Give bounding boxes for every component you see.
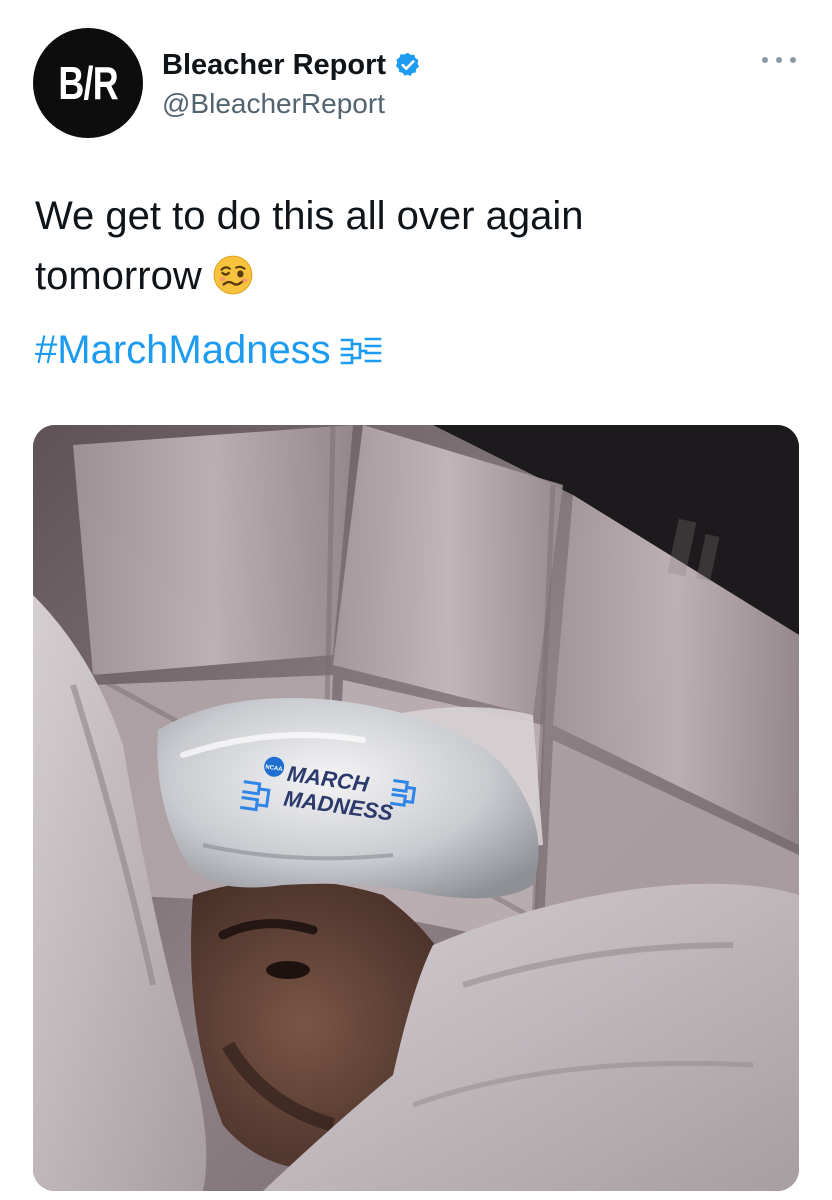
tweet-text-line-2-wrap: tomorrow — [35, 246, 795, 306]
more-dot — [762, 57, 768, 63]
hashtag-link[interactable]: #MarchMadness — [35, 328, 331, 373]
tweet-media-image[interactable]: NCAA MARCH MADNESS — [33, 425, 799, 1191]
avatar[interactable]: B/R — [33, 28, 143, 138]
avatar-logo-text: B/R — [58, 57, 118, 109]
author-display-name[interactable]: Bleacher Report — [162, 49, 386, 82]
tweet-text-line-2: tomorrow — [35, 254, 202, 298]
woozy-face-emoji-icon — [213, 255, 253, 295]
more-dot — [776, 57, 782, 63]
more-options-icon[interactable] — [762, 50, 796, 70]
photo-bed-scene: NCAA MARCH MADNESS — [33, 425, 799, 1191]
hashtag-row: #MarchMadness — [35, 320, 383, 380]
verified-badge-icon — [395, 52, 419, 77]
author-name-row: Bleacher Report — [162, 46, 422, 84]
bracket-icon — [340, 337, 381, 365]
more-dot — [790, 57, 796, 63]
tweet-text-line-1: We get to do this all over again — [35, 194, 584, 238]
tweet-text: We get to do this all over again tomorro… — [35, 186, 795, 306]
author-handle[interactable]: @BleacherReport — [162, 88, 385, 120]
